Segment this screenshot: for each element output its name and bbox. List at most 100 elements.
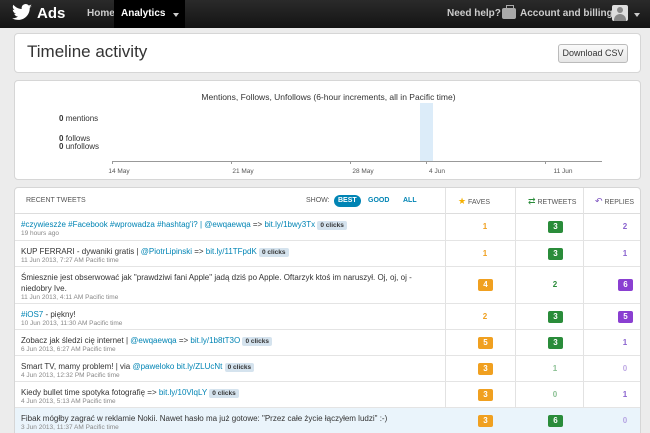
activity-chart: Mentions, Follows, Unfollows (6-hour inc… xyxy=(14,80,641,180)
twitter-ads-logo[interactable]: Ads xyxy=(11,4,65,22)
tweet-body[interactable]: #czywieszże #Facebook #wprowadza #hashta… xyxy=(21,220,204,229)
tweet-timestamp: 10 Jun 2013, 11:30 AM Pacific time xyxy=(21,320,123,327)
retweets-count: 3 xyxy=(548,337,563,349)
user-menu[interactable] xyxy=(606,0,650,28)
table-header: RECENT TWEETS SHOW: BEST GOOD ALL ★ FAVE… xyxy=(15,188,640,214)
tweet-link[interactable]: bit.ly/10VlqLY xyxy=(159,388,207,397)
tweet-timestamp: 4 Jun 2013, 5:13 AM Pacific time xyxy=(21,398,116,405)
table-row[interactable]: Śmiesznie jest obserwować jak "prawdziwi… xyxy=(15,267,640,304)
replies-count: 0 xyxy=(622,416,628,425)
replies-count: 1 xyxy=(622,390,628,399)
tweet-body: Zobacz jak śledzi cię internet | xyxy=(21,336,131,345)
user-avatar-icon xyxy=(612,5,628,21)
replies-header-label: REPLIES xyxy=(604,199,635,206)
faves-header-label: FAVES xyxy=(468,199,491,206)
table-row[interactable]: #iOS7 - piękny! 10 Jun 2013, 11:30 AM Pa… xyxy=(15,304,640,330)
tweet-timestamp: 11 Jun 2013, 4:11 AM Pacific time xyxy=(21,294,119,301)
x-axis-tick-label: 11 Jun xyxy=(553,168,573,175)
x-axis-tick-label: 4 Jun xyxy=(429,168,445,175)
tweet-body: - piękny! xyxy=(43,310,76,319)
tweet-arrow: => xyxy=(250,220,265,229)
table-row[interactable]: Smart TV, mamy problem! | via @paweloko … xyxy=(15,356,640,382)
faves-count: 1 xyxy=(482,222,488,231)
replies-count: 1 xyxy=(622,338,628,347)
mentions-count: 0 xyxy=(59,114,64,123)
tweet-link[interactable]: bit.ly/1bwy3Tx xyxy=(264,220,315,229)
faves-count: 4 xyxy=(478,279,493,291)
replies-column-header[interactable]: ↶ REPLIES xyxy=(595,188,634,214)
retweets-count: 3 xyxy=(548,311,563,323)
replies-count: 0 xyxy=(622,364,628,373)
tweet-link[interactable]: bit.ly/1b8tT3O xyxy=(190,336,240,345)
table-row[interactable]: #czywieszże #Facebook #wprowadza #hashta… xyxy=(15,214,640,241)
nav-analytics[interactable]: Analytics xyxy=(114,0,186,28)
tweet-text: Fibak mógłby zagrać w reklamie Nokii. Na… xyxy=(21,414,388,423)
replies-count: 6 xyxy=(618,279,633,291)
faves-count: 5 xyxy=(478,337,493,349)
reply-icon: ↶ xyxy=(595,196,603,206)
faves-count: 2 xyxy=(482,312,488,321)
tweet-text: #czywieszże #Facebook #wprowadza #hashta… xyxy=(21,219,421,230)
twitter-bird-icon xyxy=(12,4,32,20)
tweet-mention[interactable]: @paweloko xyxy=(132,362,174,371)
clicks-badge: 0 clicks xyxy=(259,248,289,257)
recent-tweets-heading: RECENT TWEETS xyxy=(26,197,86,204)
filter-best-button[interactable]: BEST xyxy=(334,195,361,207)
clicks-badge: 0 clicks xyxy=(242,337,272,346)
selected-range-highlight xyxy=(420,103,433,161)
page-title: Timeline activity xyxy=(27,42,148,61)
retweets-count: 6 xyxy=(548,415,563,427)
unfollows-label: unfollows xyxy=(65,142,100,151)
tweet-arrow: => xyxy=(192,247,206,256)
tweet-text: Smart TV, mamy problem! | via @paweloko … xyxy=(21,361,421,372)
tweet-mention[interactable]: @ewqaewqa xyxy=(130,336,176,345)
x-axis-tick-label: 28 May xyxy=(352,168,374,175)
tweet-mention[interactable]: @PiotrLipinski xyxy=(141,247,192,256)
retweets-count: 1 xyxy=(552,364,558,373)
x-axis-tick xyxy=(426,161,427,164)
x-axis-tick xyxy=(112,161,113,164)
table-row[interactable]: KUP FERRARI - dywaniki gratis | @PiotrLi… xyxy=(15,241,640,267)
tweet-body: Smart TV, mamy problem! | via xyxy=(21,362,133,371)
filter-good-button[interactable]: GOOD xyxy=(364,195,393,207)
tweet-text: Zobacz jak śledzi cię internet | @ewqaew… xyxy=(21,335,421,346)
tweet-text: KUP FERRARI - dywaniki gratis | @PiotrLi… xyxy=(21,246,421,257)
chevron-down-icon xyxy=(173,13,180,17)
tweet-hashtag[interactable]: #iOS7 xyxy=(21,310,43,319)
retweet-icon: ⇄ xyxy=(528,196,536,206)
tweet-mention[interactable]: @ewqaewqa xyxy=(204,220,250,229)
tweet-text: Śmiesznie jest obserwować jak "prawdziwi… xyxy=(21,273,412,293)
tweet-text: #iOS7 - piękny! xyxy=(21,309,421,320)
mentions-legend: 0 mentions xyxy=(59,114,98,123)
clicks-badge: 0 clicks xyxy=(224,363,255,372)
table-row[interactable]: Zobacz jak śledzi cię internet | @ewqaew… xyxy=(15,330,640,356)
retweets-count: 3 xyxy=(548,221,563,233)
table-row[interactable]: Kiedy bullet time spotyka fotografię => … xyxy=(15,382,640,408)
faves-column-header[interactable]: ★ FAVES xyxy=(458,188,490,214)
tweet-link[interactable]: bit.ly/11TFpdK xyxy=(206,247,257,256)
x-axis-tick xyxy=(545,161,546,164)
show-label: SHOW: xyxy=(306,197,330,204)
recent-tweets-table: RECENT TWEETS SHOW: BEST GOOD ALL ★ FAVE… xyxy=(14,187,641,433)
tweet-body: KUP FERRARI - dywaniki gratis | xyxy=(21,247,141,256)
retweets-count: 3 xyxy=(548,248,563,260)
top-navigation-bar: Ads Home Analytics Need help? Account an… xyxy=(0,0,650,28)
table-row[interactable]: Fibak mógłby zagrać w reklamie Nokii. Na… xyxy=(15,408,640,433)
unfollows-count: 0 xyxy=(59,142,64,151)
tweet-arrow: => xyxy=(176,336,191,345)
retweets-count: 0 xyxy=(552,390,558,399)
clicks-badge: 0 clicks xyxy=(317,221,347,230)
nav-analytics-label: Analytics xyxy=(121,8,166,19)
unfollows-legend: 0 unfollows xyxy=(59,142,99,151)
x-axis xyxy=(112,161,602,162)
filter-all-button[interactable]: ALL xyxy=(399,195,421,207)
retweets-column-header[interactable]: ⇄ RETWEETS xyxy=(528,188,576,214)
x-axis-tick xyxy=(231,161,232,164)
tweet-timestamp: 4 Jun 2013, 12:32 PM Pacific time xyxy=(21,372,120,379)
faves-count: 3 xyxy=(478,363,493,375)
download-csv-button[interactable]: Download CSV xyxy=(558,44,628,63)
tweet-link[interactable]: bit.ly/ZLUcNt xyxy=(177,362,223,371)
chart-plot-area: 14 May 21 May 28 May 4 Jun 11 Jun xyxy=(108,103,602,175)
replies-count: 1 xyxy=(622,249,628,258)
faves-count: 3 xyxy=(478,415,493,427)
